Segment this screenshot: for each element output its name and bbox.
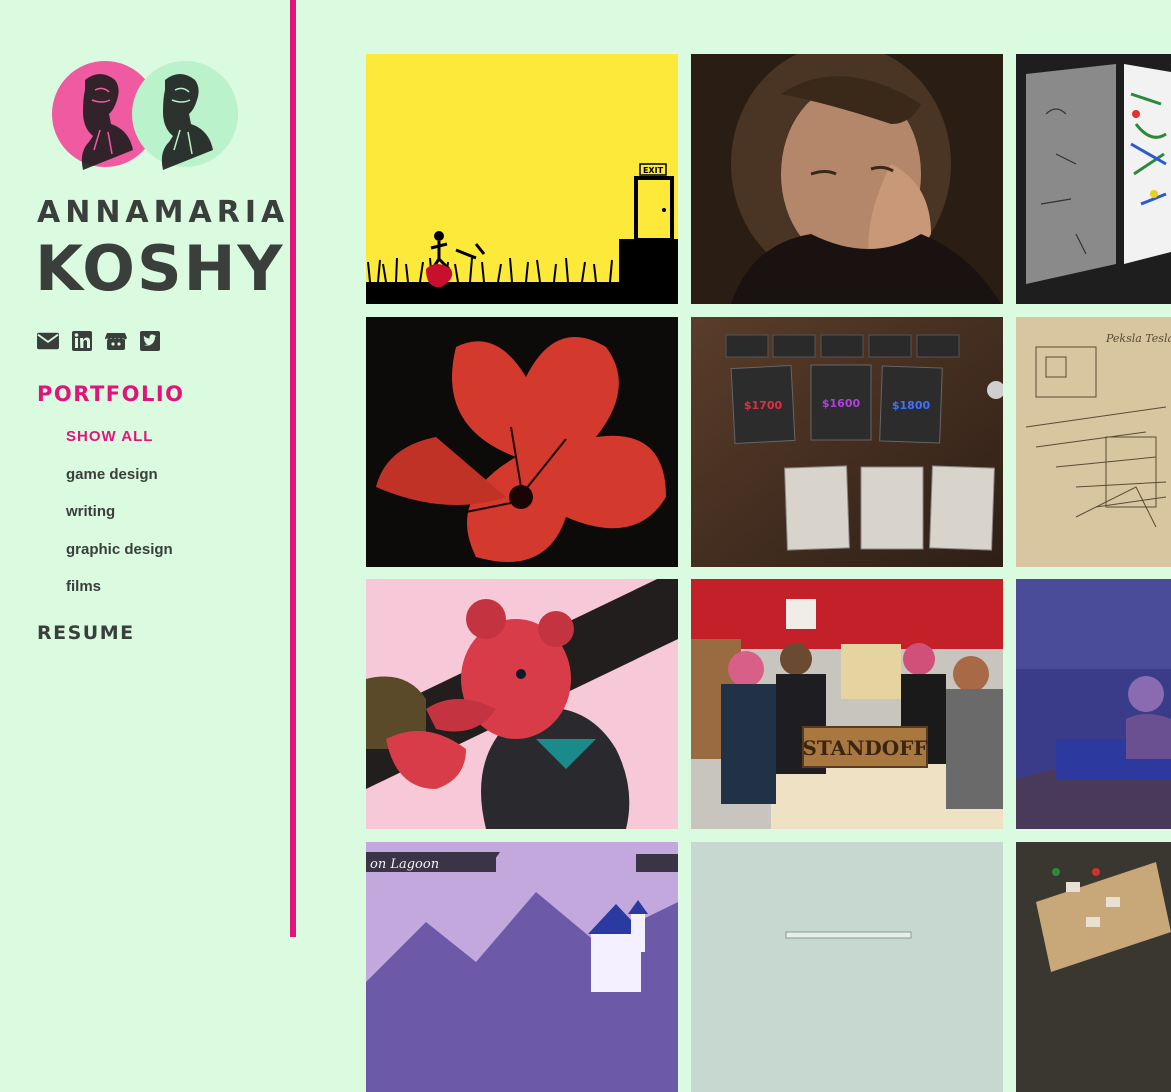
portfolio-tile-mist[interactable] <box>691 842 1003 1092</box>
portfolio-tile-exit-game[interactable]: EXIT <box>366 54 678 304</box>
portfolio-tile-board-game[interactable] <box>1016 842 1171 1092</box>
portfolio-tile-bear-character[interactable] <box>366 579 678 829</box>
standoff-sign-text: STANDOFF <box>802 736 927 760</box>
nav-writing[interactable]: writing <box>66 503 115 520</box>
exit-sign-text: EXIT <box>643 166 664 175</box>
card-value-2: $1600 <box>822 397 861 410</box>
envelope-icon[interactable] <box>37 330 59 352</box>
card-value-1: $1700 <box>744 399 783 412</box>
logo[interactable] <box>50 60 240 170</box>
nav-films[interactable]: films <box>66 578 101 595</box>
linkedin-icon[interactable] <box>71 330 93 352</box>
portfolio-tile-lagoon[interactable]: on Lagoon <box>366 842 678 1092</box>
last-name: KOSHY <box>35 232 285 305</box>
portfolio-tile-red-flower[interactable] <box>366 317 678 567</box>
twitter-icon[interactable] <box>139 330 161 352</box>
portfolio-tile-blueprint[interactable]: Peksla Tesla <box>1016 317 1171 567</box>
first-name: ANNAMARIA <box>37 195 290 230</box>
lagoon-title: on Lagoon <box>370 857 439 872</box>
nav-graphic-design[interactable]: graphic design <box>66 541 173 558</box>
portfolio-tile-card-game[interactable]: $1700 $1600 $1800 <box>691 317 1003 567</box>
portfolio-tile-purple-room[interactable] <box>1016 579 1171 829</box>
nav-game-design[interactable]: game design <box>66 466 158 483</box>
card-value-3: $1800 <box>892 399 931 412</box>
sidebar: ANNAMARIA KOSHY PORTFOLIO SHOW ALL game … <box>0 0 290 937</box>
nav-show-all[interactable]: SHOW ALL <box>66 428 153 445</box>
itchio-icon[interactable] <box>105 330 127 352</box>
nav-portfolio[interactable]: PORTFOLIO <box>37 382 185 406</box>
portfolio-tile-portrait[interactable] <box>691 54 1003 304</box>
portfolio-tile-map-room[interactable] <box>1016 54 1171 304</box>
sidebar-divider <box>290 0 296 937</box>
svg-text:Peksla Tesla: Peksla Tesla <box>1105 332 1171 345</box>
social-links <box>37 330 161 352</box>
portfolio-tile-standoff[interactable]: STANDOFF <box>691 579 1003 829</box>
nav-resume[interactable]: RESUME <box>37 622 135 644</box>
